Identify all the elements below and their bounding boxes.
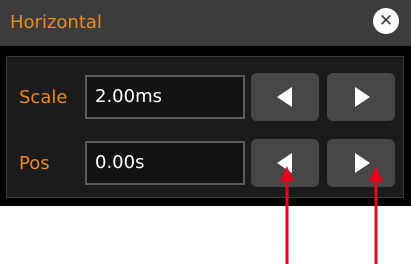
scale-increase-button[interactable] [327, 73, 395, 121]
pos-label: Pos [19, 153, 50, 174]
close-icon[interactable]: ✕ [373, 8, 399, 34]
dialog-title-bar: Horizontal ✕ [0, 0, 411, 46]
dialog-content: Scale 2.00ms Pos 0.00s [6, 56, 404, 198]
left-triangle-icon [277, 87, 292, 107]
horizontal-dialog: Horizontal ✕ Scale 2.00ms Pos 0.00s [0, 0, 411, 206]
annotation-arrow-right [369, 166, 383, 264]
pos-increase-button[interactable] [327, 139, 395, 187]
annotation-arrow-left [280, 166, 294, 264]
scale-decrease-button[interactable] [251, 73, 319, 121]
pos-value-field[interactable]: 0.00s [85, 141, 245, 185]
scale-label: Scale [19, 87, 68, 108]
dialog-title: Horizontal [10, 12, 102, 33]
scale-value-field[interactable]: 2.00ms [85, 75, 245, 119]
right-triangle-icon [355, 87, 370, 107]
